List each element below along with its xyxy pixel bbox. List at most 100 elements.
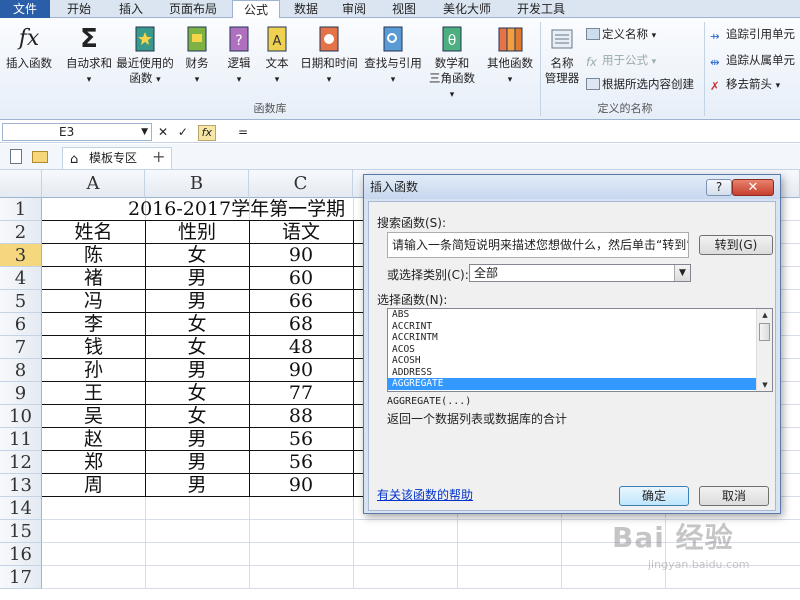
- table-cell[interactable]: 56: [249, 451, 353, 474]
- fx-insert-function-icon[interactable]: fx: [197, 125, 216, 141]
- row-header[interactable]: 15: [0, 520, 42, 543]
- table-cell[interactable]: 68: [249, 313, 353, 336]
- row-header[interactable]: 13: [0, 474, 42, 497]
- table-cell[interactable]: 李: [42, 313, 145, 336]
- table-cell[interactable]: 吴: [42, 405, 145, 428]
- table-cell[interactable]: 女: [145, 244, 249, 267]
- scroll-thumb[interactable]: [759, 323, 770, 341]
- function-list-item[interactable]: ACOSH: [388, 355, 756, 367]
- tab-page-layout[interactable]: 页面布局: [160, 0, 226, 18]
- function-help-link[interactable]: 有关该函数的帮助: [377, 486, 473, 503]
- table-cell[interactable]: 56: [249, 428, 353, 451]
- tab-data[interactable]: 数据: [286, 0, 326, 18]
- table-cell[interactable]: 66: [249, 290, 353, 313]
- open-folder-icon[interactable]: [32, 151, 48, 163]
- tab-file[interactable]: 文件: [0, 0, 50, 18]
- trace-precedents-button[interactable]: ⇸ 追踪引用单元: [710, 26, 795, 43]
- row-header[interactable]: 3: [0, 244, 42, 267]
- function-list-item[interactable]: ACOS: [388, 344, 756, 356]
- new-tab-button[interactable]: +: [152, 147, 165, 166]
- table-cell[interactable]: 男: [145, 428, 249, 451]
- table-cell[interactable]: 周: [42, 474, 145, 497]
- tab-beautify-master[interactable]: 美化大师: [434, 0, 500, 18]
- tab-insert[interactable]: 插入: [108, 0, 154, 18]
- row-header[interactable]: 17: [0, 566, 42, 589]
- row-header[interactable]: 8: [0, 359, 42, 382]
- tab-home[interactable]: 开始: [56, 0, 102, 18]
- table-cell[interactable]: 男: [145, 359, 249, 382]
- table-cell[interactable]: 男: [145, 451, 249, 474]
- row-header[interactable]: 6: [0, 313, 42, 336]
- tab-formulas[interactable]: 公式: [232, 0, 280, 19]
- name-box-dropdown-icon[interactable]: ▼: [141, 124, 148, 140]
- row-header[interactable]: 11: [0, 428, 42, 451]
- header-cell[interactable]: 姓名: [42, 221, 145, 244]
- tab-view[interactable]: 视图: [384, 0, 424, 18]
- column-header[interactable]: C: [249, 170, 353, 198]
- table-cell[interactable]: 女: [145, 405, 249, 428]
- table-cell[interactable]: 60: [249, 267, 353, 290]
- datetime-button[interactable]: 日期和时间 ▾: [298, 24, 360, 88]
- table-cell[interactable]: 褚: [42, 267, 145, 290]
- row-header[interactable]: 9: [0, 382, 42, 405]
- table-cell[interactable]: 女: [145, 313, 249, 336]
- more-functions-button[interactable]: 其他函数 ▾: [482, 24, 538, 88]
- logical-button[interactable]: ? 逻辑 ▾: [220, 24, 258, 88]
- close-icon[interactable]: ✕: [732, 179, 774, 196]
- ok-button[interactable]: 确定: [619, 486, 689, 506]
- select-all-corner[interactable]: [0, 170, 42, 198]
- table-cell[interactable]: 钱: [42, 336, 145, 359]
- table-cell[interactable]: 赵: [42, 428, 145, 451]
- formula-input[interactable]: =: [230, 123, 798, 141]
- scroll-down-icon[interactable]: ▼: [757, 379, 772, 391]
- category-select[interactable]: 全部 ▼: [469, 264, 691, 282]
- autosum-button[interactable]: Σ 自动求和 ▾: [62, 24, 116, 88]
- help-icon[interactable]: ?: [706, 179, 732, 196]
- define-name-button[interactable]: 定义名称 ▾: [586, 26, 656, 44]
- tab-developer[interactable]: 开发工具: [508, 0, 574, 18]
- new-document-icon[interactable]: [10, 149, 22, 164]
- table-cell[interactable]: 90: [249, 359, 353, 382]
- create-from-selection-button[interactable]: 根据所选内容创建: [586, 76, 694, 92]
- table-cell[interactable]: 48: [249, 336, 353, 359]
- math-trig-button[interactable]: θ 数学和 三角函数 ▾: [426, 24, 478, 103]
- row-header[interactable]: 1: [0, 198, 42, 221]
- table-cell[interactable]: 女: [145, 336, 249, 359]
- row-header[interactable]: 7: [0, 336, 42, 359]
- insert-function-button[interactable]: fx 插入函数: [2, 24, 56, 71]
- table-cell[interactable]: 女: [145, 382, 249, 405]
- scroll-up-icon[interactable]: ▲: [757, 309, 772, 321]
- confirm-entry-icon[interactable]: ✓: [178, 125, 188, 139]
- text-functions-button[interactable]: A 文本 ▾: [260, 24, 294, 88]
- lookup-button[interactable]: 查找与引用 ▾: [362, 24, 424, 88]
- table-cell[interactable]: 90: [249, 474, 353, 497]
- table-cell[interactable]: 陈: [42, 244, 145, 267]
- tab-review[interactable]: 审阅: [334, 0, 374, 18]
- column-header[interactable]: A: [42, 170, 145, 198]
- table-cell[interactable]: 男: [145, 290, 249, 313]
- function-list[interactable]: ABS ACCRINT ACCRINTM ACOS ACOSH ADDRESS AGGREG…: [387, 308, 773, 392]
- go-button[interactable]: 转到(G): [699, 235, 773, 255]
- cancel-button[interactable]: 取消: [699, 486, 769, 506]
- header-cell[interactable]: 性别: [145, 221, 249, 244]
- trace-dependents-button[interactable]: ⇹ 追踪从属单元: [710, 52, 795, 69]
- table-cell[interactable]: 88: [249, 405, 353, 428]
- table-cell[interactable]: 孙: [42, 359, 145, 382]
- function-list-item[interactable]: ACCRINT: [388, 321, 756, 333]
- table-cell[interactable]: 男: [145, 474, 249, 497]
- function-list-item[interactable]: AGGREGATE: [388, 378, 756, 390]
- function-list-item[interactable]: ABS: [388, 309, 756, 321]
- table-cell[interactable]: 冯: [42, 290, 145, 313]
- row-header[interactable]: 12: [0, 451, 42, 474]
- use-in-formula-button[interactable]: fx 用于公式 ▾: [586, 52, 656, 70]
- chevron-down-icon[interactable]: ▼: [674, 265, 690, 281]
- recent-functions-button[interactable]: 最近使用的 函数 ▾: [114, 24, 176, 88]
- remove-arrows-button[interactable]: ✗ 移去箭头 ▾: [710, 76, 780, 94]
- cancel-entry-icon[interactable]: ✕: [158, 125, 168, 139]
- sheet-title-cell[interactable]: 2016-2017学年第一学期: [42, 198, 400, 221]
- search-function-input[interactable]: 请输入一条简短说明来描述您想做什么，然后单击“转到”: [387, 232, 689, 258]
- table-cell[interactable]: 77: [249, 382, 353, 405]
- function-list-item[interactable]: ADDRESS: [388, 367, 756, 379]
- table-cell[interactable]: 郑: [42, 451, 145, 474]
- row-header[interactable]: 4: [0, 267, 42, 290]
